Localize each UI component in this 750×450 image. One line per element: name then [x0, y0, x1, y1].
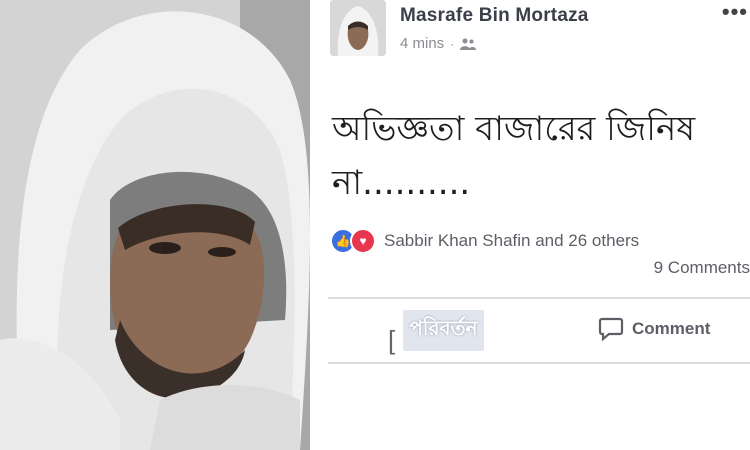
comment-button[interactable]: Comment	[598, 316, 710, 342]
watermark-overlay: পরিবর্তন	[403, 309, 484, 351]
hooded-person-image	[0, 0, 310, 450]
comments-count-link[interactable]: 9 Comments	[654, 258, 750, 278]
like-icon-partial: [	[388, 324, 396, 355]
avatar-image	[330, 0, 386, 56]
like-button[interactable]: [ পরিবর্তন	[388, 309, 578, 355]
post-meta: 4 mins ·	[400, 35, 477, 52]
post-time[interactable]: 4 mins	[400, 35, 444, 52]
reaction-names[interactable]: Sabbir Khan Shafin and 26 others	[384, 231, 639, 251]
actions-bottom-divider	[328, 362, 750, 364]
profile-photo	[0, 0, 310, 450]
love-reaction-icon: ♥	[350, 228, 376, 254]
actions-top-divider	[328, 297, 750, 299]
facebook-post: Masrafe Bin Mortaza 4 mins · ••• অভিজ্ঞত…	[314, 0, 750, 450]
comment-icon	[598, 317, 624, 342]
post-text-line-2: না..........	[332, 163, 471, 203]
post-text: অভিজ্ঞতা বাজারের জিনিষ না..........	[332, 102, 742, 210]
reactions-summary[interactable]: 👍 ♥ Sabbir Khan Shafin and 26 others	[330, 228, 639, 254]
comment-label: Comment	[632, 319, 711, 338]
friends-icon[interactable]	[460, 38, 477, 50]
author-name[interactable]: Masrafe Bin Mortaza	[400, 5, 589, 27]
author-avatar[interactable]	[330, 0, 386, 56]
post-actions-bar: [ পরিবর্তন Comment	[328, 300, 750, 360]
more-options-icon[interactable]: •••	[722, 1, 748, 23]
post-text-line-1: অভিজ্ঞতা বাজারের জিনিষ	[332, 109, 696, 149]
meta-separator: ·	[450, 36, 455, 51]
